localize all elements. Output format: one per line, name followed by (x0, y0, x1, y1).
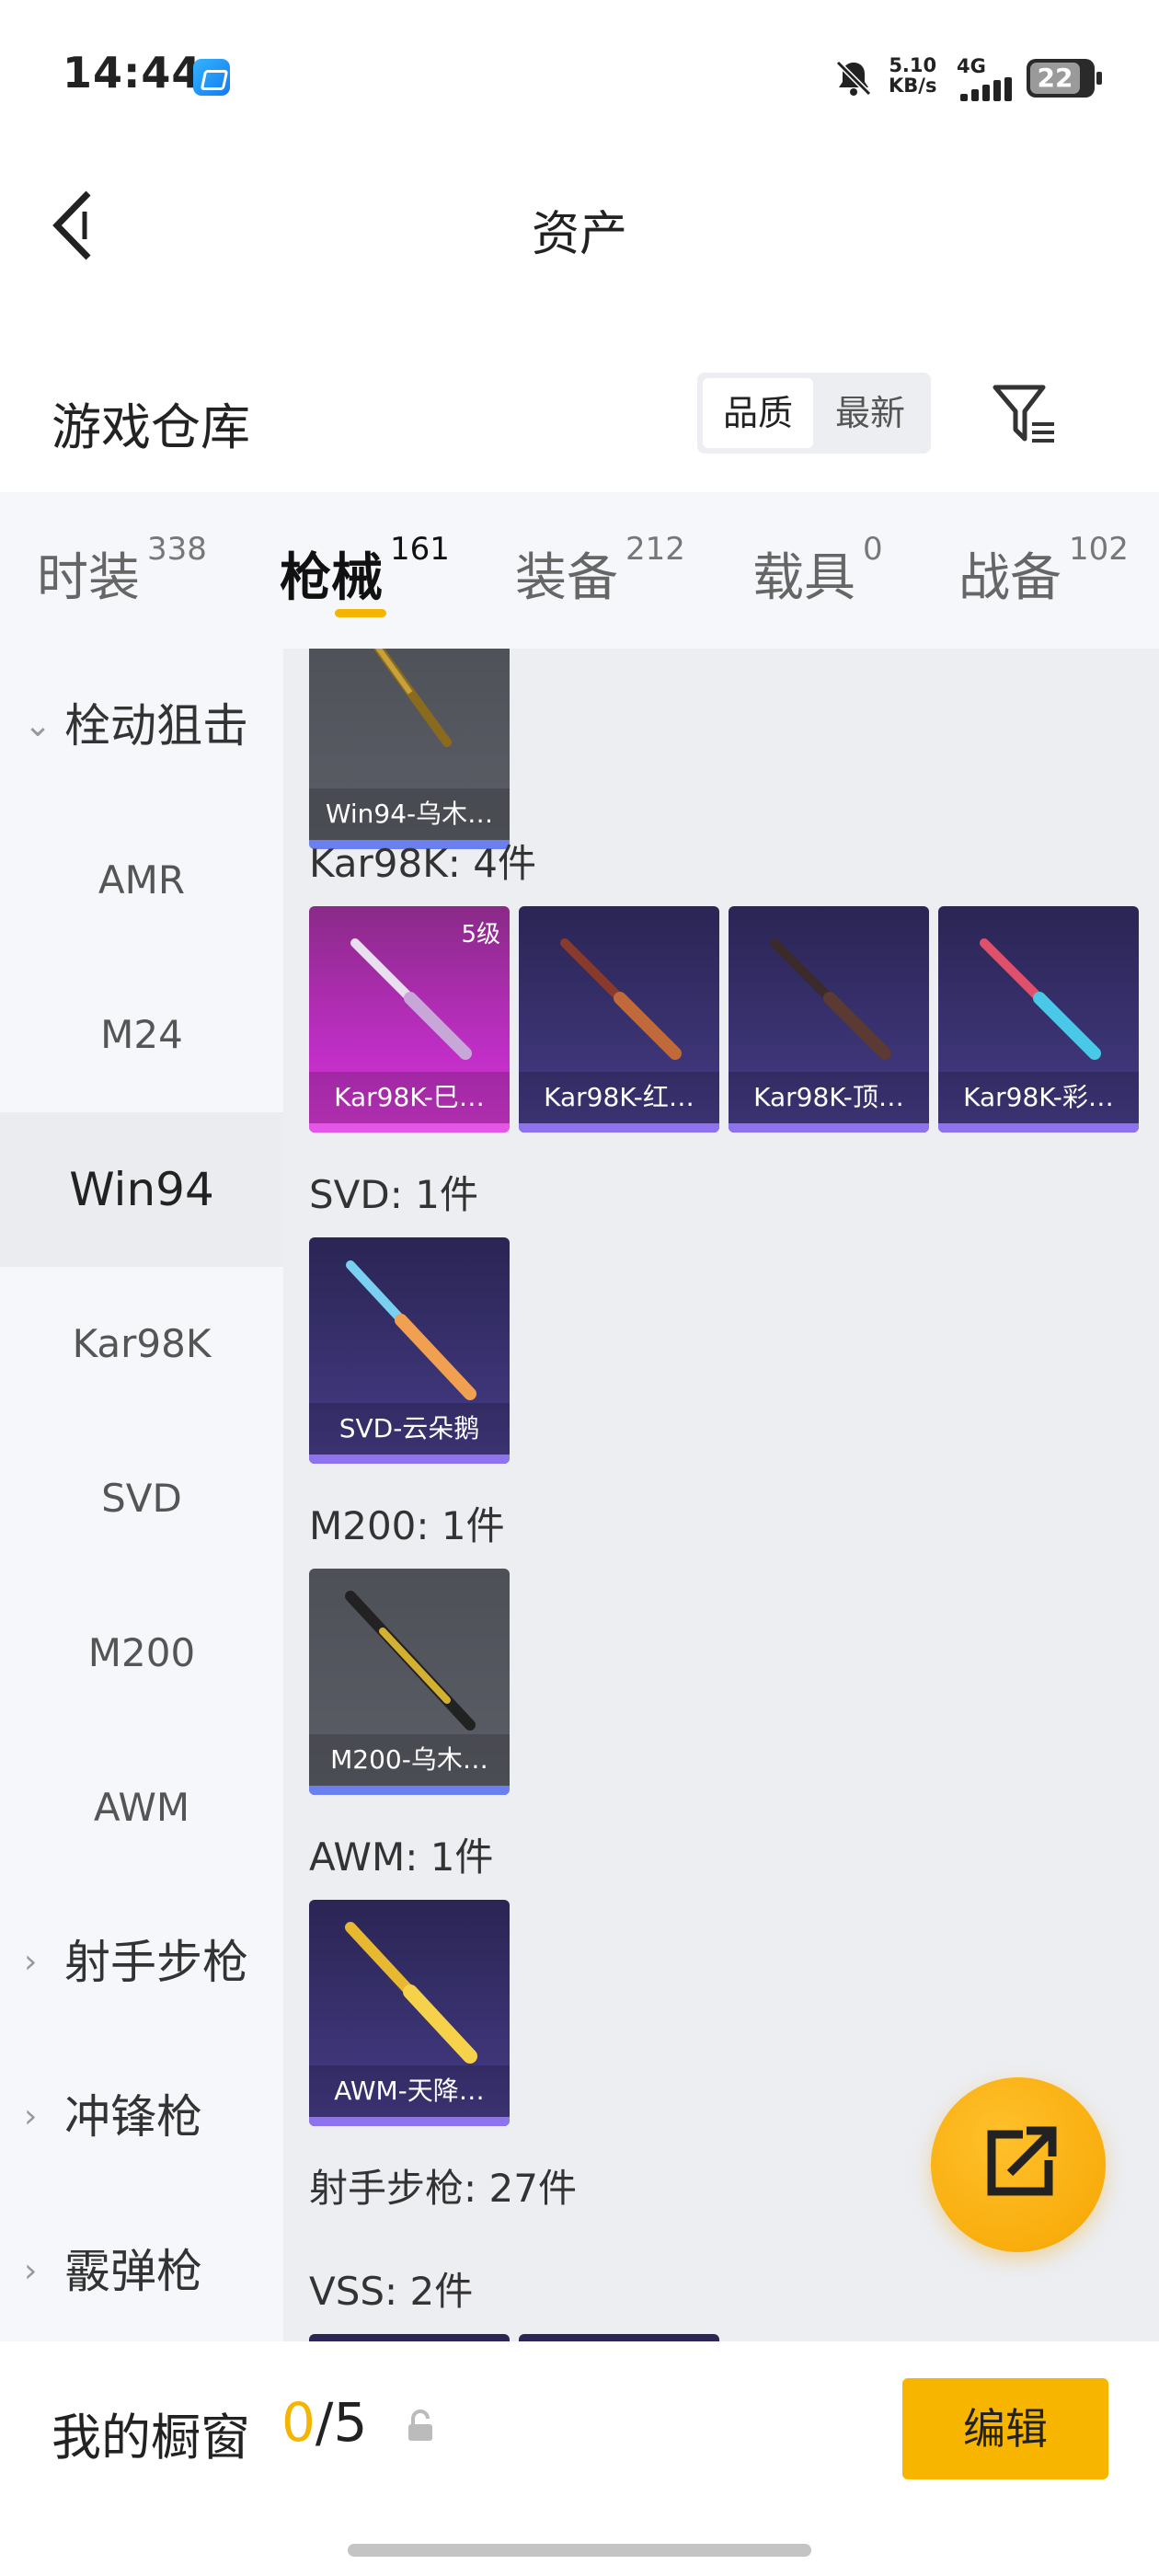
sidebar-group-label: 栓动狙击 (64, 699, 248, 753)
status-bar: 14:44 5.10 KB/s 4G 22 (0, 0, 1159, 156)
sidebar-item-win94[interactable]: Win94 (0, 1112, 283, 1267)
home-indicator[interactable] (348, 2544, 811, 2557)
section-title-svd: SVD: 1件 (309, 1172, 478, 1217)
sidebar-group-dmr[interactable]: › 射手步枪 (0, 1885, 283, 2040)
weapon-name: Kar98K-巳… (309, 1072, 510, 1123)
tab-label: 枪械 (280, 548, 383, 608)
tab-count: 102 (1069, 531, 1129, 568)
weapon-name: M200-乌木… (309, 1734, 510, 1786)
showcase-separator: / (315, 2391, 334, 2454)
level-badge: 5级 (461, 921, 500, 949)
tab-supplies[interactable]: 战备 102 (958, 531, 1129, 611)
weapon-card[interactable] (309, 2334, 510, 2341)
edit-button[interactable]: 编辑 (902, 2378, 1108, 2479)
chevron-right-icon: › (24, 1943, 38, 1981)
tab-equipment[interactable]: 装备 212 (515, 531, 685, 611)
sidebar-item-m200[interactable]: M200 (0, 1576, 283, 1731)
tab-count: 161 (390, 531, 450, 568)
page-title: 资产 (531, 207, 627, 262)
tab-guns[interactable]: 枪械 161 (280, 531, 450, 611)
rarity-bar (309, 1123, 510, 1133)
sidebar-item-awm[interactable]: AWM (0, 1731, 283, 1885)
rarity-bar (309, 1786, 510, 1795)
section-title-vss: VSS: 2件 (309, 2269, 474, 2314)
showcase-current: 0 (281, 2391, 316, 2454)
network-speed: 5.10 KB/s (889, 55, 936, 96)
share-icon (987, 2126, 1057, 2196)
weapon-name: Kar98K-彩… (938, 1072, 1139, 1123)
sidebar-item-kar98k[interactable]: Kar98K (0, 1267, 283, 1421)
lock-icon (408, 2409, 432, 2441)
chevron-right-icon: › (24, 2252, 38, 2290)
showcase-count: 0/5 (281, 2391, 367, 2454)
weapon-card[interactable]: Kar98K-顶… (729, 906, 929, 1133)
app-notification-icon (193, 59, 230, 96)
tab-label: 时装 (37, 548, 140, 608)
tab-count: 0 (863, 531, 883, 568)
tab-fashion[interactable]: 时装 338 (37, 531, 207, 611)
network-speed-value: 5.10 (889, 54, 937, 76)
weapon-name: AWM-天降… (309, 2065, 510, 2117)
weapon-card[interactable]: M200-乌木… (309, 1569, 510, 1795)
weapon-name: SVD-云朵鹅 (309, 1403, 510, 1455)
rarity-bar (519, 1123, 719, 1133)
sidebar-item-m24[interactable]: M24 (0, 958, 283, 1112)
active-tab-indicator (335, 609, 386, 617)
sidebar-group-bolt-action[interactable]: ⌄ 栓动狙击 (0, 649, 283, 803)
filter-icon[interactable] (992, 382, 1058, 448)
sort-toggle: 品质 最新 (697, 373, 931, 454)
weapon-card[interactable]: 5级 Kar98K-巳… (309, 906, 510, 1133)
weapon-name: Kar98K-顶… (729, 1072, 929, 1123)
share-fab-button[interactable] (931, 2077, 1106, 2252)
chevron-right-icon: › (24, 2098, 38, 2135)
network-type: 4G (957, 55, 986, 77)
weapon-card[interactable]: AWM-天降… (309, 1900, 510, 2126)
section-title-m200: M200: 1件 (309, 1503, 505, 1548)
weapon-name: Kar98K-红… (519, 1072, 719, 1123)
sidebar-group-label: 冲锋枪 (64, 2090, 202, 2144)
tab-label: 装备 (515, 548, 618, 608)
weapon-card[interactable]: Kar98K-红… (519, 906, 719, 1133)
battery-level: 22 (1030, 63, 1080, 94)
weapon-card[interactable]: SVD-云朵鹅 (309, 1237, 510, 1464)
sidebar-group-label: 射手步枪 (64, 1936, 248, 1989)
network-speed-unit: KB/s (889, 75, 937, 97)
tab-count: 212 (625, 531, 685, 568)
rarity-bar (729, 1123, 929, 1133)
warehouse-title: 游戏仓库 (52, 398, 250, 456)
showcase-label: 我的橱窗 (52, 2409, 250, 2467)
sort-newest-button[interactable]: 最新 (815, 378, 925, 448)
chevron-down-icon: ⌄ (24, 707, 52, 744)
sidebar-item-amr[interactable]: AMR (0, 803, 283, 958)
tab-label: 载具 (752, 548, 855, 608)
rarity-bar (309, 2117, 510, 2126)
section-title-dmr: 射手步枪: 27件 (309, 2166, 577, 2211)
sidebar-group-smg[interactable]: › 冲锋枪 (0, 2040, 283, 2194)
status-time: 14:44 (63, 48, 202, 98)
tab-count: 338 (147, 531, 207, 568)
category-tabs: 时装 338 枪械 161 装备 212 载具 0 战备 102 (0, 492, 1159, 649)
sidebar-item-svd[interactable]: SVD (0, 1421, 283, 1576)
sort-quality-button[interactable]: 品质 (703, 378, 813, 448)
tab-label: 战备 (958, 548, 1061, 608)
showcase-max: 5 (333, 2391, 368, 2454)
tab-vehicles[interactable]: 载具 0 (752, 531, 883, 611)
weapon-card[interactable]: Win94-乌木… (309, 649, 510, 849)
weapon-card[interactable] (519, 2334, 719, 2341)
section-title-kar98k: Kar98K: 4件 (309, 841, 537, 886)
bell-muted-icon (835, 60, 872, 97)
showcase-bar: 我的橱窗 0/5 编辑 (0, 2341, 1159, 2576)
signal-icon (960, 77, 1014, 101)
weapon-card[interactable]: Kar98K-彩… (938, 906, 1139, 1133)
rarity-bar (938, 1123, 1139, 1133)
rarity-bar (309, 1455, 510, 1464)
weapon-type-sidebar: ⌄ 栓动狙击 AMR M24 Win94 Kar98K SVD M200 AWM… (0, 649, 283, 2341)
sidebar-group-label: 霰弹枪 (64, 2245, 202, 2298)
section-title-awm: AWM: 1件 (309, 1834, 494, 1880)
battery-icon: 22 (1027, 59, 1102, 98)
sidebar-group-shotgun[interactable]: › 霰弹枪 (0, 2194, 283, 2341)
